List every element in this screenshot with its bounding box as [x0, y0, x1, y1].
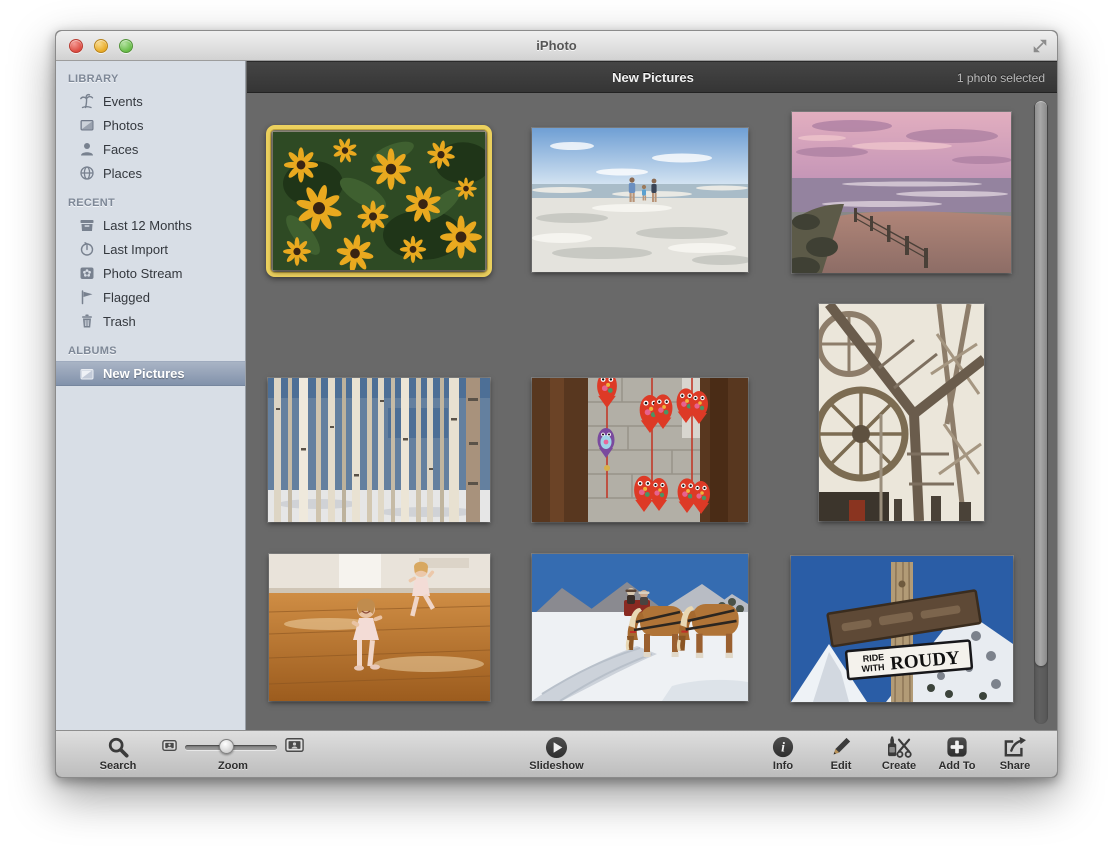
- create-button[interactable]: Create: [875, 731, 923, 772]
- search-button[interactable]: Search: [96, 731, 140, 777]
- zoom-slider-thumb[interactable]: [219, 739, 234, 754]
- clock-icon: [78, 241, 95, 258]
- create-label: Create: [882, 760, 916, 772]
- trash-icon: [78, 313, 95, 330]
- sidebar-item-label: Trash: [103, 314, 136, 329]
- sidebar-item-label: Events: [103, 94, 143, 109]
- svg-text:i: i: [781, 740, 785, 755]
- sidebar-item-trash[interactable]: Trash: [56, 309, 245, 333]
- info-button[interactable]: i Info: [759, 731, 807, 772]
- zoom-out-photo-icon: [162, 738, 177, 756]
- sidebar-item-label: Last 12 Months: [103, 218, 192, 233]
- sidebar-item-photos[interactable]: Photos: [56, 113, 245, 137]
- photo-thumbnail-fish-ornaments[interactable]: [532, 378, 748, 522]
- sidebar-item-label: Flagged: [103, 290, 150, 305]
- scrollbar-thumb[interactable]: [1035, 101, 1047, 666]
- add-to-button[interactable]: Add To: [933, 731, 981, 772]
- globe-icon: [78, 165, 95, 182]
- share-icon: [1003, 736, 1027, 758]
- sidebar-item-label: Faces: [103, 142, 138, 157]
- sidebar-item-places[interactable]: Places: [56, 161, 245, 185]
- photo-thumbnail-dancing-children[interactable]: [269, 554, 490, 701]
- flower-stream-icon: [78, 265, 95, 282]
- title-bar: iPhoto: [56, 31, 1057, 61]
- album-title: New Pictures: [247, 70, 1058, 85]
- edit-button[interactable]: Edit: [817, 731, 865, 772]
- plus-square-icon: [946, 736, 968, 758]
- album-header-bar: New Pictures 1 photo selected: [247, 61, 1058, 93]
- sidebar-item-label: New Pictures: [103, 366, 185, 381]
- zoom-label: Zoom: [218, 760, 248, 772]
- iphoto-window: iPhoto LIBRARY: [55, 30, 1058, 778]
- sidebar-item-new-pictures[interactable]: New Pictures: [56, 361, 245, 386]
- slideshow-button[interactable]: Slideshow: [526, 731, 588, 772]
- photo-thumbnail-eiffel-structure[interactable]: [819, 304, 984, 521]
- person-icon: [78, 141, 95, 158]
- flag-icon: [78, 289, 95, 306]
- sidebar-item-label: Last Import: [103, 242, 168, 257]
- zoom-slider-track[interactable]: [185, 745, 277, 750]
- sidebar-item-photo-stream[interactable]: Photo Stream: [56, 261, 245, 285]
- selection-status: 1 photo selected: [957, 71, 1045, 85]
- archive-box-icon: [78, 217, 95, 234]
- info-icon: i: [772, 736, 794, 758]
- photo-thumbnail-sunset-beach[interactable]: [792, 112, 1011, 273]
- sidebar-section-albums: ALBUMS: [56, 333, 245, 361]
- album-icon: [78, 365, 95, 382]
- edit-label: Edit: [831, 760, 852, 772]
- create-glue-scissors-icon: [884, 736, 914, 758]
- share-label: Share: [1000, 760, 1031, 772]
- photo-grid-area: New Pictures 1 photo selected: [247, 61, 1058, 762]
- pencil-icon: [830, 736, 852, 758]
- search-icon: [107, 736, 129, 758]
- sidebar-section-library: LIBRARY: [56, 61, 245, 89]
- search-label: Search: [100, 760, 137, 772]
- photo-icon: [78, 117, 95, 134]
- fullscreen-icon[interactable]: [1033, 39, 1047, 53]
- palm-tree-icon: [78, 93, 95, 110]
- sidebar-item-last-import[interactable]: Last Import: [56, 237, 245, 261]
- sidebar-section-recent: RECENT: [56, 185, 245, 213]
- add-to-label: Add To: [938, 760, 975, 772]
- photo-thumbnail-flowers[interactable]: [273, 132, 485, 270]
- selected-photo-frame: [266, 125, 492, 277]
- scrollbar-track[interactable]: [1034, 101, 1048, 724]
- zoom-in-photo-icon: [285, 738, 304, 757]
- sign-text-line2: WITH: [861, 662, 885, 674]
- sidebar-item-flagged[interactable]: Flagged: [56, 285, 245, 309]
- sidebar-item-faces[interactable]: Faces: [56, 137, 245, 161]
- sidebar-item-label: Photo Stream: [103, 266, 183, 281]
- slideshow-play-icon: [545, 736, 568, 758]
- sidebar: LIBRARY Events Photos: [56, 61, 246, 762]
- photo-thumbnail-roudy-sign[interactable]: RIDE WITH ROUDY: [791, 556, 1013, 702]
- zoom-slider-group: Zoom: [162, 731, 304, 777]
- info-label: Info: [773, 760, 793, 772]
- photo-thumbnail-aspen-trees[interactable]: [268, 378, 490, 522]
- photo-thumbnail-beach-family[interactable]: [532, 128, 748, 272]
- share-button[interactable]: Share: [991, 731, 1039, 772]
- sidebar-item-last-12-months[interactable]: Last 12 Months: [56, 213, 245, 237]
- window-title: iPhoto: [56, 38, 1057, 53]
- sidebar-item-label: Photos: [103, 118, 143, 133]
- photo-thumbnail-sleigh-horses[interactable]: [532, 554, 748, 701]
- sidebar-item-events[interactable]: Events: [56, 89, 245, 113]
- bottom-toolbar: Search: [56, 730, 1057, 777]
- slideshow-label: Slideshow: [529, 760, 583, 772]
- sidebar-item-label: Places: [103, 166, 142, 181]
